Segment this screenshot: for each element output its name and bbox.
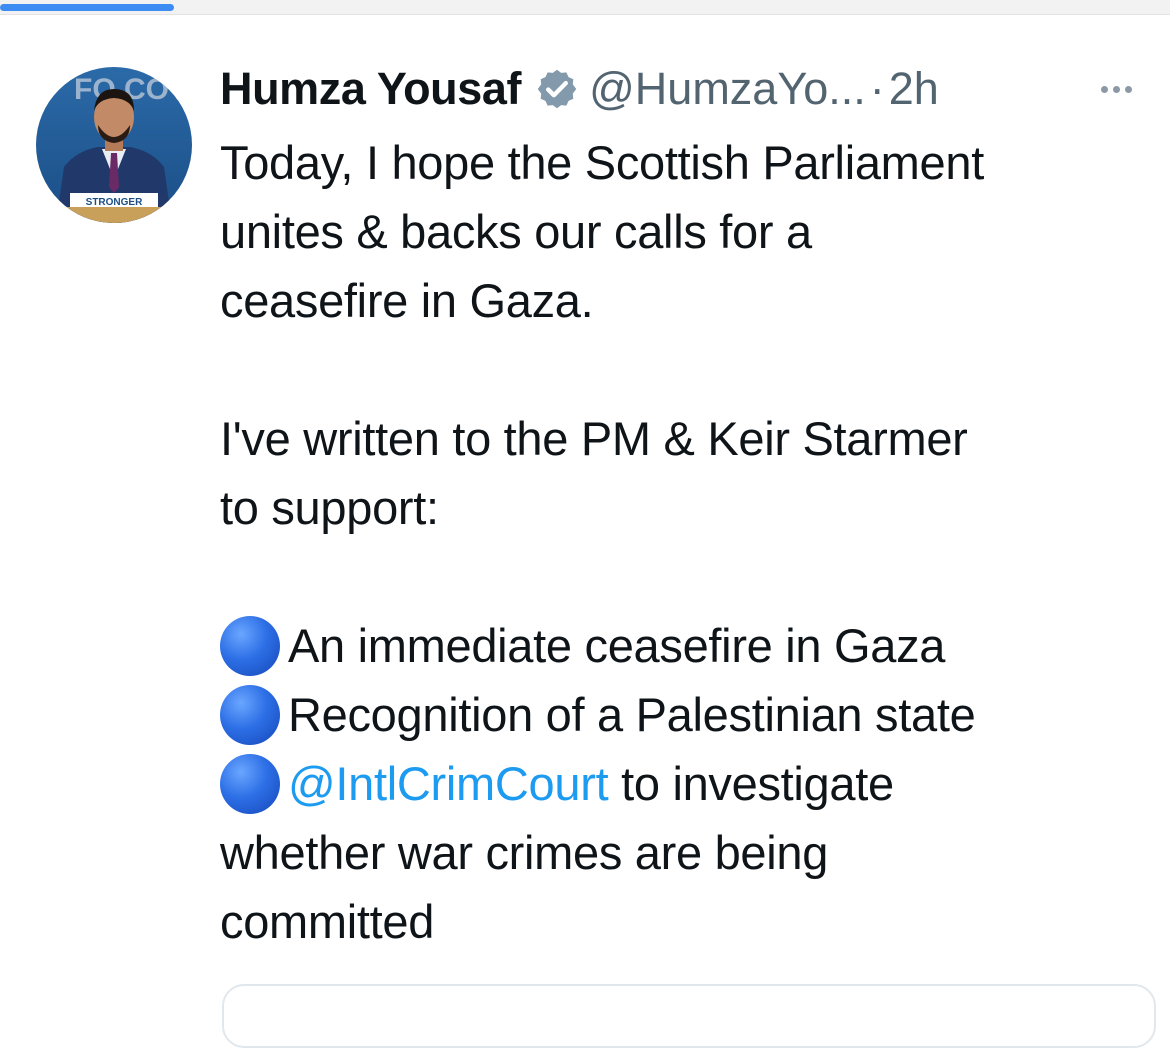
list-item: An immediate ceasefire in Gaza	[220, 611, 1150, 680]
avatar[interactable]: FO COT STRONGER	[36, 67, 192, 223]
verified-badge-icon	[535, 67, 579, 111]
text-line: I've written to the PM & Keir Starmer	[220, 412, 968, 465]
scroll-indicator	[0, 4, 174, 11]
text-line: whether war crimes are being	[220, 826, 829, 879]
list-item-text: An immediate ceasefire in Gaza	[288, 619, 946, 672]
display-name[interactable]: Humza Yousaf	[220, 63, 522, 115]
podium-sign: STRONGER	[86, 197, 143, 208]
list-item: @IntlCrimCourt to investigate	[220, 749, 1150, 818]
separator-dot: ·	[869, 63, 885, 114]
blue-circle-icon	[220, 615, 280, 676]
avatar-photo: FO COT STRONGER	[36, 67, 192, 223]
user-handle[interactable]: @HumzaYo...	[589, 63, 866, 115]
more-horizontal-icon[interactable]	[1101, 85, 1132, 93]
list-item-text: to investigate	[608, 757, 894, 810]
tweet-text: Today, I hope the Scottish Parliament un…	[220, 128, 1150, 956]
top-bar	[0, 0, 1170, 15]
text-line: Today, I hope the Scottish Parliament	[220, 136, 984, 189]
text-line: unites & backs our calls for a	[220, 205, 812, 258]
blue-circle-icon	[220, 684, 280, 745]
mention-link[interactable]: @IntlCrimCourt	[288, 757, 609, 810]
quoted-card[interactable]	[222, 984, 1156, 1048]
list-item: Recognition of a Palestinian state	[220, 680, 1150, 749]
text-line: committed	[220, 895, 435, 948]
tweet-header: Humza Yousaf @HumzaYo... · 2h	[220, 54, 1140, 124]
text-line: to support:	[220, 481, 439, 534]
list-item-text: Recognition of a Palestinian state	[288, 688, 976, 741]
blue-circle-icon	[220, 753, 280, 814]
text-line: ceasefire in Gaza.	[220, 274, 594, 327]
timestamp[interactable]: 2h	[889, 63, 939, 115]
